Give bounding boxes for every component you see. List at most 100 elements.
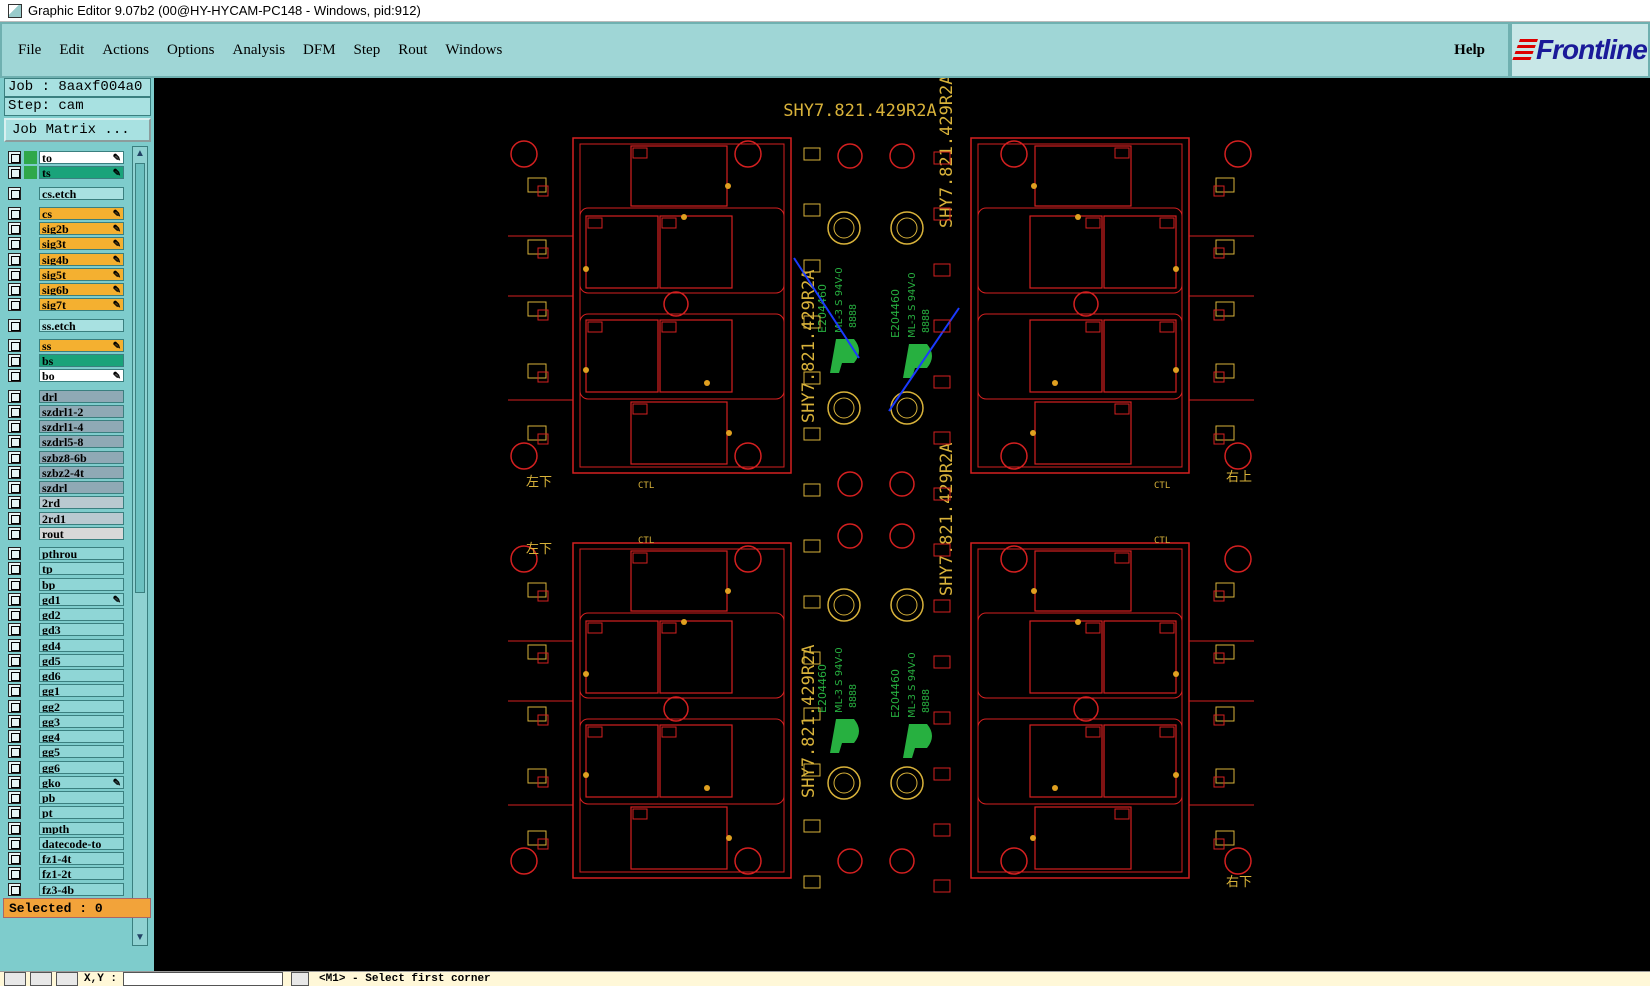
layer-checkbox[interactable] xyxy=(8,511,21,525)
layer-name[interactable]: ss.etch xyxy=(39,318,124,332)
layer-checkbox[interactable] xyxy=(8,623,21,637)
layer-row-fz1-4t[interactable]: fz1-4t xyxy=(6,851,124,866)
layer-row-rout[interactable]: rout xyxy=(6,526,124,541)
zoom-tool-icon[interactable] xyxy=(4,972,26,986)
pcb-drawing[interactable]: SHY7.821.429R2A 左下 CTL 右上 CTL 左下 CTL 右下 CTL SHY… xyxy=(154,74,1650,971)
layer-name[interactable]: ts ✎ xyxy=(39,166,124,180)
menu-file[interactable]: File xyxy=(9,42,50,59)
layer-checkbox[interactable] xyxy=(8,669,21,682)
layer-checkbox[interactable] xyxy=(8,435,21,449)
layer-name[interactable]: gd2 xyxy=(39,608,124,621)
layer-row-cs.etch[interactable]: cs.etch xyxy=(6,186,124,201)
layer-row-fz3-4b[interactable]: fz3-4b xyxy=(6,882,124,897)
layer-checkbox[interactable] xyxy=(8,714,21,728)
layer-checkbox[interactable] xyxy=(8,791,21,804)
layer-checkbox[interactable] xyxy=(8,699,21,713)
menu-windows[interactable]: Windows xyxy=(436,42,511,59)
coordinate-field[interactable] xyxy=(123,972,284,986)
layer-name[interactable]: cs ✎ xyxy=(39,206,124,220)
layer-row-bp[interactable]: bp xyxy=(6,577,124,592)
layer-name[interactable]: sig2b ✎ xyxy=(39,222,124,235)
menu-help[interactable]: Help xyxy=(1445,42,1494,59)
layer-checkbox[interactable] xyxy=(8,526,21,540)
layer-checkbox[interactable] xyxy=(8,867,21,881)
menu-edit[interactable]: Edit xyxy=(50,42,93,59)
layer-row-gg3[interactable]: gg3 xyxy=(6,714,124,729)
layer-checkbox[interactable] xyxy=(8,775,21,789)
layer-name[interactable]: to ✎ xyxy=(39,151,124,164)
layer-name[interactable]: fz3-4b xyxy=(39,882,124,896)
layer-name[interactable]: datecode-to xyxy=(39,836,124,850)
layer-checkbox[interactable] xyxy=(8,684,21,698)
layer-row-datecode-to[interactable]: datecode-to xyxy=(6,836,124,851)
layer-name[interactable]: gd4 xyxy=(39,638,124,652)
layer-checkbox[interactable] xyxy=(8,562,21,576)
layer-row-to[interactable]: to ✎ xyxy=(6,150,124,165)
layer-row-2rd1[interactable]: 2rd1 xyxy=(6,511,124,526)
layer-row-szdrl[interactable]: szdrl xyxy=(6,480,124,495)
layer-checkbox[interactable] xyxy=(8,806,21,820)
layer-checkbox[interactable] xyxy=(8,745,21,759)
layer-row-2rd[interactable]: 2rd xyxy=(6,495,124,510)
snap-tool-icon[interactable] xyxy=(291,972,310,986)
layer-row-gd2[interactable]: gd2 xyxy=(6,607,124,622)
scroll-thumb[interactable] xyxy=(135,163,145,593)
layer-checkbox[interactable] xyxy=(8,653,21,667)
layer-row-gd6[interactable]: gd6 xyxy=(6,668,124,683)
layer-name[interactable]: gd6 xyxy=(39,669,124,682)
grid-tool-icon[interactable] xyxy=(56,972,78,986)
layer-checkbox[interactable] xyxy=(8,638,21,652)
layer-name[interactable]: gg5 xyxy=(39,745,124,759)
layer-checkbox[interactable] xyxy=(8,577,21,591)
layer-name[interactable]: gg6 xyxy=(39,760,124,774)
layer-row-szdrl5-8[interactable]: szdrl5-8 xyxy=(6,434,124,449)
layer-name[interactable]: cs.etch xyxy=(39,186,124,200)
layer-checkbox[interactable] xyxy=(8,450,21,464)
menu-dfm[interactable]: DFM xyxy=(294,42,345,59)
layer-row-ss.etch[interactable]: ss.etch xyxy=(6,318,124,333)
layer-name[interactable]: szbz2-4t xyxy=(39,465,124,479)
layer-name[interactable]: szdrl5-8 xyxy=(39,435,124,449)
layer-checkbox[interactable] xyxy=(8,420,21,433)
layer-row-gd3[interactable]: gd3 xyxy=(6,622,124,637)
layer-name[interactable]: bs xyxy=(39,354,124,367)
layer-checkbox[interactable] xyxy=(8,592,21,606)
layer-checkbox[interactable] xyxy=(8,369,21,383)
scroll-up-icon[interactable]: ▲ xyxy=(134,148,146,160)
layer-checkbox[interactable] xyxy=(8,404,21,418)
layer-row-bo[interactable]: bo ✎ xyxy=(6,368,124,383)
layer-checkbox[interactable] xyxy=(8,730,21,743)
layer-name[interactable]: szdrl1-2 xyxy=(39,404,124,418)
layer-row-fz1-2t[interactable]: fz1-2t xyxy=(6,866,124,881)
layer-row-gd5[interactable]: gd5 xyxy=(6,653,124,668)
layer-row-sig6b[interactable]: sig6b ✎ xyxy=(6,282,124,297)
layer-name[interactable]: gg4 xyxy=(39,730,124,743)
layer-checkbox[interactable] xyxy=(8,836,21,850)
check-tool-icon[interactable] xyxy=(30,972,52,986)
layer-checkbox[interactable] xyxy=(8,222,21,235)
layer-checkbox[interactable] xyxy=(8,237,21,251)
layer-checkbox[interactable] xyxy=(8,151,21,164)
layer-name[interactable]: pthrou xyxy=(39,547,124,560)
layer-checkbox[interactable] xyxy=(8,608,21,621)
layer-checkbox[interactable] xyxy=(8,267,21,281)
layer-checkbox[interactable] xyxy=(8,496,21,510)
layer-checkbox[interactable] xyxy=(8,821,21,835)
layer-name[interactable]: mpth xyxy=(39,821,124,835)
layer-checkbox[interactable] xyxy=(8,166,21,180)
layer-checkbox[interactable] xyxy=(8,481,21,494)
layer-name[interactable]: sig5t ✎ xyxy=(39,267,124,281)
layer-name[interactable]: drl xyxy=(39,389,124,403)
layer-row-sig7t[interactable]: sig7t ✎ xyxy=(6,297,124,312)
layer-name[interactable]: gg3 xyxy=(39,714,124,728)
layer-row-sig3t[interactable]: sig3t ✎ xyxy=(6,236,124,251)
layer-row-gd4[interactable]: gd4 xyxy=(6,638,124,653)
layer-row-gd1[interactable]: gd1 ✎ xyxy=(6,592,124,607)
scroll-down-icon[interactable]: ▼ xyxy=(134,932,146,944)
layer-name[interactable]: fz1-2t xyxy=(39,867,124,881)
layer-row-sig4b[interactable]: sig4b ✎ xyxy=(6,252,124,267)
layer-name[interactable]: gg1 xyxy=(39,684,124,698)
menu-actions[interactable]: Actions xyxy=(93,42,158,59)
layer-name[interactable]: gd3 xyxy=(39,623,124,637)
layer-row-ts[interactable]: ts ✎ xyxy=(6,165,124,180)
